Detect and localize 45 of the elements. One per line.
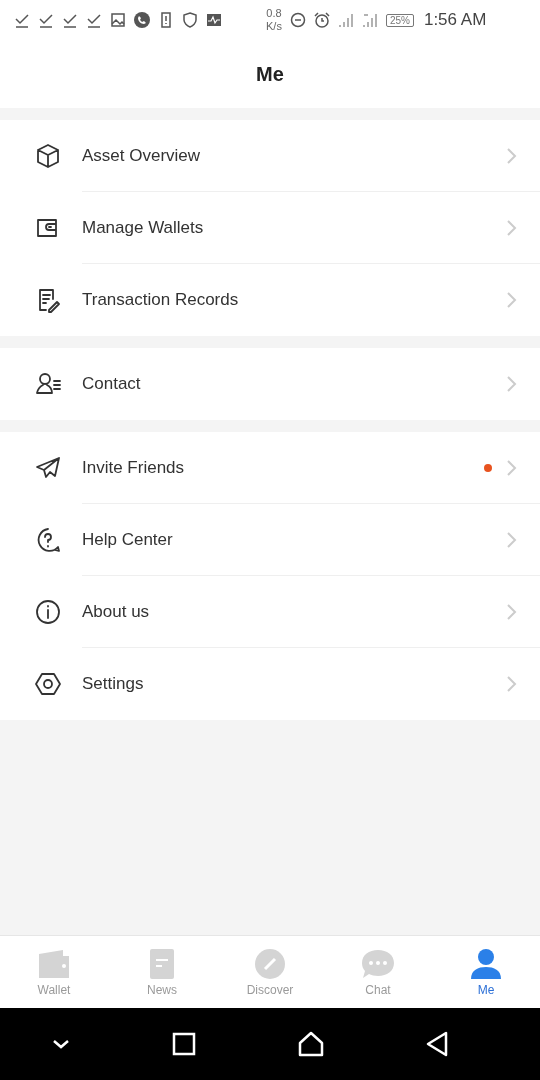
info-icon: [34, 598, 62, 626]
menu-item[interactable]: Invite Friends: [0, 432, 540, 504]
alert-phone-icon: [158, 12, 174, 28]
chevron-right-icon: [506, 218, 518, 237]
home-icon[interactable]: [297, 1031, 324, 1057]
download-done-icon: [38, 12, 54, 28]
signal-icon: [337, 12, 354, 28]
image-icon: [110, 12, 126, 28]
page-title: Me: [256, 62, 284, 86]
chevron-right-icon: [506, 291, 518, 309]
chevron-right-icon: [506, 375, 518, 393]
wallet-icon: [37, 947, 71, 980]
menu-item[interactable]: About us: [0, 576, 540, 648]
speed-value: 0.8: [266, 7, 282, 20]
chevron-right-icon: [506, 602, 518, 621]
tab[interactable]: Me: [432, 936, 540, 1008]
do-not-disturb-icon: [289, 12, 306, 28]
menu-item[interactable]: Settings: [0, 648, 540, 720]
menu-item[interactable]: Transaction Records: [0, 264, 540, 336]
download-done-icon: [86, 12, 102, 28]
cube-icon: [34, 142, 62, 170]
compass-icon: [253, 947, 287, 980]
back-icon[interactable]: [425, 1031, 450, 1057]
battery-level: 25%: [385, 13, 414, 27]
shield-icon: [182, 12, 198, 28]
menu-item[interactable]: Help Center: [0, 504, 540, 576]
menu-item[interactable]: Contact: [0, 348, 540, 420]
alarm-icon: [313, 12, 330, 28]
recent-apps-icon[interactable]: [172, 1032, 197, 1056]
menu-item[interactable]: Asset Overview: [0, 120, 540, 192]
pulse-icon: [206, 12, 222, 28]
download-done-icon: [62, 12, 78, 28]
clock-time: 1:56 AM: [423, 10, 487, 30]
chevron-right-icon: [506, 675, 518, 693]
chevron-right-icon: [506, 530, 518, 549]
chevron-right-icon: [506, 146, 518, 165]
phone-icon: [134, 12, 150, 28]
signal-icon: [361, 12, 378, 28]
settings-icon: [34, 670, 62, 698]
download-done-icon: [14, 12, 30, 28]
person-icon: [469, 947, 503, 980]
speed-unit: K/s: [266, 20, 282, 33]
menu-item[interactable]: Manage Wallets: [0, 192, 540, 264]
chevron-right-icon: [506, 458, 518, 477]
chat-icon: [361, 947, 395, 980]
